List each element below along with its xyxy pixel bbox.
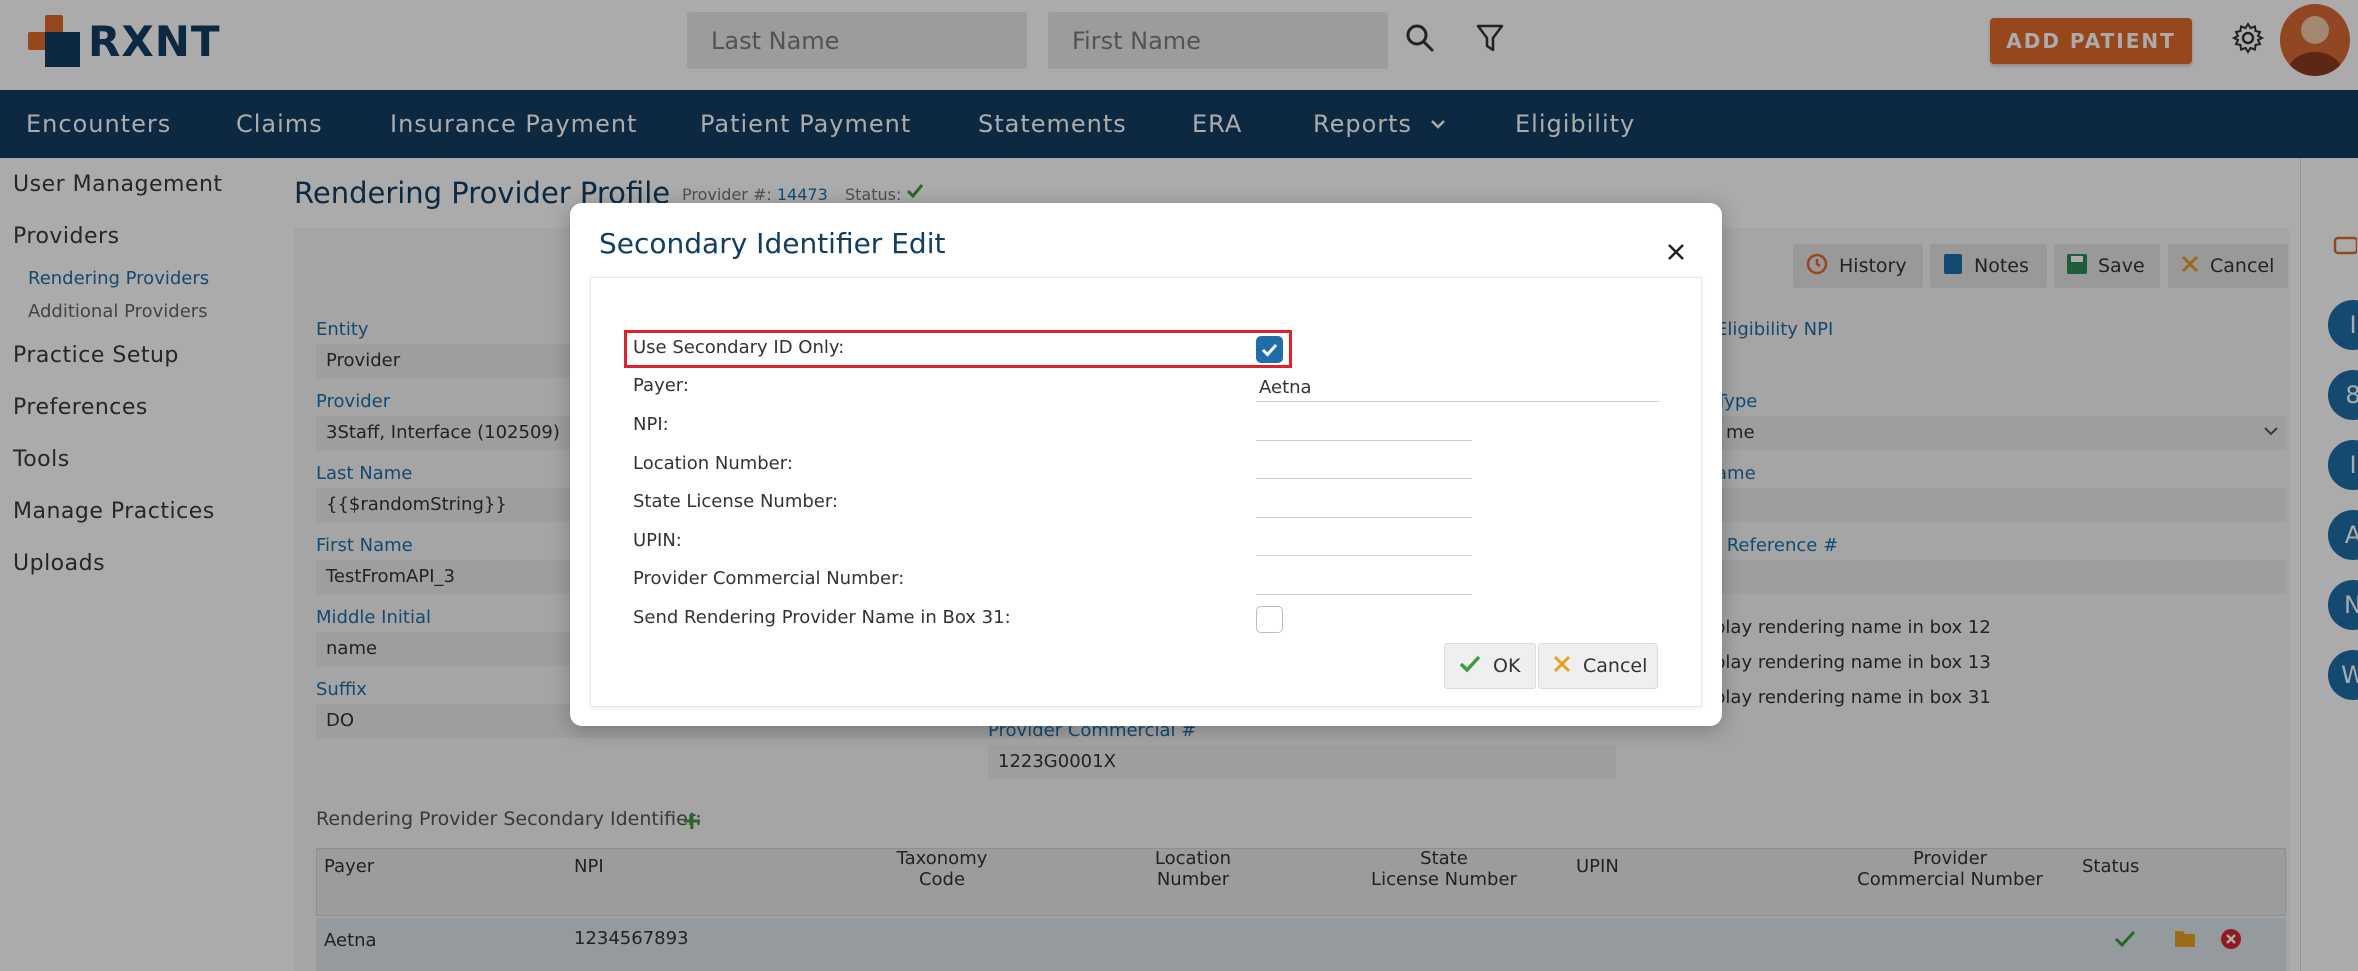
dialog-cancel-label: Cancel [1583, 655, 1648, 677]
upin-label: UPIN: [633, 530, 682, 551]
payer-label: Payer: [633, 375, 689, 396]
check-icon [1459, 654, 1481, 679]
provider-commercial-number-input[interactable] [1256, 594, 1472, 595]
send-name-box31-checkbox[interactable] [1256, 606, 1283, 633]
use-secondary-id-label: Use Secondary ID Only: [633, 337, 845, 358]
npi-label: NPI: [633, 414, 669, 435]
provider-commercial-number-label: Provider Commercial Number: [633, 568, 905, 589]
close-icon[interactable] [1663, 239, 1689, 265]
state-license-input[interactable] [1256, 517, 1472, 518]
location-number-input[interactable] [1256, 478, 1472, 479]
payer-value[interactable]: Aetna [1259, 377, 1312, 398]
send-name-box31-label: Send Rendering Provider Name in Box 31: [633, 607, 1011, 628]
ok-label: OK [1493, 655, 1521, 677]
ok-button[interactable]: OK [1444, 643, 1536, 689]
cancel-x-icon [1553, 655, 1571, 678]
location-number-label: Location Number: [633, 453, 793, 474]
npi-input[interactable] [1256, 440, 1472, 441]
use-secondary-id-checkbox[interactable] [1256, 336, 1283, 363]
dialog-cancel-button[interactable]: Cancel [1538, 643, 1658, 689]
payer-underline [1256, 401, 1660, 402]
dialog-title: Secondary Identifier Edit [599, 227, 946, 260]
state-license-label: State License Number: [633, 491, 839, 512]
upin-input[interactable] [1256, 555, 1472, 556]
